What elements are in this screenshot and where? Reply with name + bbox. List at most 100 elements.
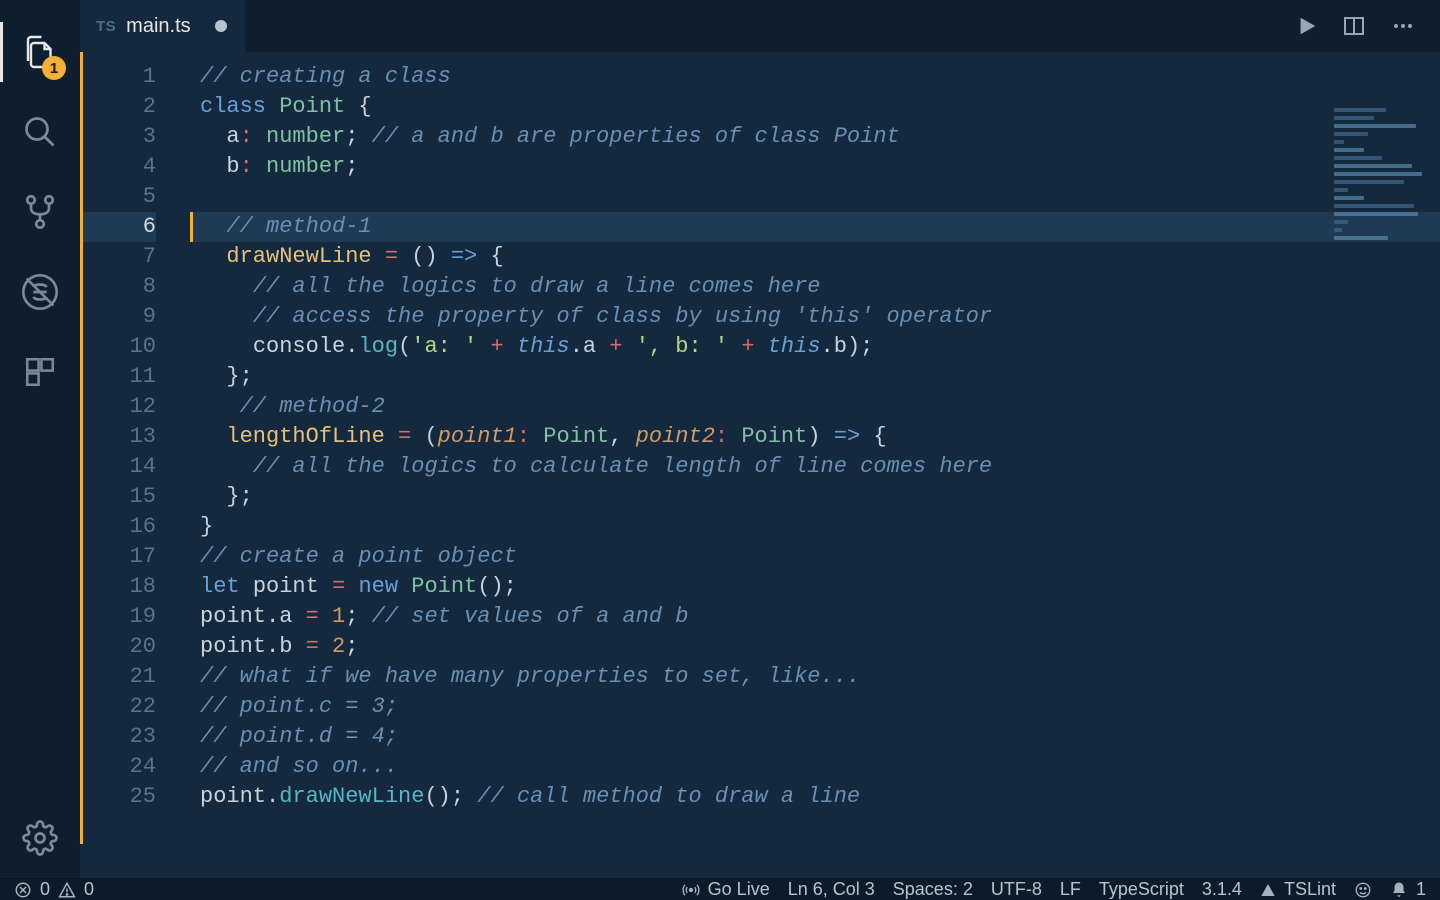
line-number: 12: [80, 392, 156, 422]
line-number: 10: [80, 332, 156, 362]
status-indentation[interactable]: Spaces: 2: [893, 879, 973, 900]
code-line[interactable]: point.a = 1; // set values of a and b: [190, 602, 1440, 632]
line-number: 8: [80, 272, 156, 302]
warning-triangle-icon: [1260, 882, 1276, 898]
tab-main-ts[interactable]: TS main.ts: [80, 0, 246, 52]
activity-debug[interactable]: [0, 252, 80, 332]
code-content[interactable]: // creating a classclass Point { a: numb…: [190, 52, 1440, 844]
code-line[interactable]: };: [190, 482, 1440, 512]
status-problems[interactable]: 0 0: [14, 879, 94, 900]
code-line[interactable]: // what if we have many properties to se…: [190, 662, 1440, 692]
status-golive-label: Go Live: [708, 879, 770, 900]
git-branch-icon: [22, 194, 58, 230]
line-number: 21: [80, 662, 156, 692]
explorer-badge: 1: [42, 56, 66, 80]
code-line[interactable]: point.drawNewLine(); // call method to d…: [190, 782, 1440, 812]
status-warnings-count: 0: [84, 879, 94, 900]
status-golive[interactable]: Go Live: [682, 879, 770, 900]
status-language-mode[interactable]: TypeScript: [1099, 879, 1184, 900]
code-line[interactable]: }: [190, 512, 1440, 542]
status-errors-count: 0: [40, 879, 50, 900]
code-line[interactable]: drawNewLine = () => {: [190, 242, 1440, 272]
activity-settings[interactable]: [0, 798, 80, 878]
split-editor-button[interactable]: [1342, 14, 1366, 38]
status-eol[interactable]: LF: [1060, 879, 1081, 900]
line-number: 6: [80, 212, 156, 242]
activity-bar: 1: [0, 0, 80, 878]
line-number: 22: [80, 692, 156, 722]
status-ts-version[interactable]: 3.1.4: [1202, 879, 1242, 900]
line-number: 16: [80, 512, 156, 542]
text-editor[interactable]: 1234567891011121314151617181920212223242…: [80, 52, 1440, 844]
line-number: 5: [80, 182, 156, 212]
line-number: 4: [80, 152, 156, 182]
line-number: 7: [80, 242, 156, 272]
gear-icon: [22, 820, 58, 856]
line-number-gutter: 1234567891011121314151617181920212223242…: [80, 52, 190, 844]
minimap[interactable]: [1334, 108, 1434, 268]
tabs-row: TS main.ts: [80, 0, 1440, 52]
no-bug-icon: [20, 272, 60, 312]
code-line[interactable]: // access the property of class by using…: [190, 302, 1440, 332]
line-number: 9: [80, 302, 156, 332]
status-cursor-position[interactable]: Ln 6, Col 3: [788, 879, 875, 900]
line-number: 20: [80, 632, 156, 662]
code-line[interactable]: let point = new Point();: [190, 572, 1440, 602]
search-icon: [22, 114, 58, 150]
activity-extensions[interactable]: [0, 332, 80, 412]
line-number: 1: [80, 62, 156, 92]
code-line[interactable]: console.log('a: ' + this.a + ', b: ' + t…: [190, 332, 1440, 362]
code-line[interactable]: // method-2: [190, 392, 1440, 422]
line-number: 18: [80, 572, 156, 602]
split-icon: [1342, 14, 1366, 38]
line-number: 19: [80, 602, 156, 632]
line-number: 3: [80, 122, 156, 152]
line-number: 23: [80, 722, 156, 752]
line-number: 13: [80, 422, 156, 452]
warning-triangle-icon: [58, 881, 76, 899]
code-line[interactable]: // all the logics to draw a line comes h…: [190, 272, 1440, 302]
line-number: 11: [80, 362, 156, 392]
line-number: 17: [80, 542, 156, 572]
tab-dirty-indicator-icon: [215, 20, 227, 32]
play-icon: [1296, 15, 1318, 37]
code-line[interactable]: lengthOfLine = (point1: Point, point2: P…: [190, 422, 1440, 452]
editor-group: TS main.ts 12345678910111213141516171819…: [80, 0, 1440, 844]
code-line[interactable]: point.b = 2;: [190, 632, 1440, 662]
code-line[interactable]: b: number;: [190, 152, 1440, 182]
activity-search[interactable]: [0, 92, 80, 172]
tab-filename: main.ts: [126, 15, 190, 38]
activity-source-control[interactable]: [0, 172, 80, 252]
line-number: 24: [80, 752, 156, 782]
code-line[interactable]: class Point {: [190, 92, 1440, 122]
code-line[interactable]: };: [190, 362, 1440, 392]
line-number: 2: [80, 92, 156, 122]
code-line[interactable]: a: number; // a and b are properties of …: [190, 122, 1440, 152]
status-encoding[interactable]: UTF-8: [991, 879, 1042, 900]
code-line[interactable]: // creating a class: [190, 62, 1440, 92]
code-line[interactable]: // point.c = 3;: [190, 692, 1440, 722]
smiley-icon: [1354, 881, 1372, 899]
broadcast-icon: [682, 881, 700, 899]
error-circle-icon: [14, 881, 32, 899]
line-number: 14: [80, 452, 156, 482]
status-notifications[interactable]: 1: [1390, 879, 1426, 900]
status-tslint[interactable]: TSLint: [1260, 879, 1336, 900]
code-line[interactable]: // and so on...: [190, 752, 1440, 782]
bell-icon: [1390, 881, 1408, 899]
code-line[interactable]: // point.d = 4;: [190, 722, 1440, 752]
code-line[interactable]: // all the logics to calculate length of…: [190, 452, 1440, 482]
extensions-icon: [23, 355, 57, 389]
status-feedback[interactable]: [1354, 881, 1372, 899]
line-number: 15: [80, 482, 156, 512]
more-actions-button[interactable]: [1390, 14, 1416, 38]
tab-language-badge: TS: [96, 18, 116, 35]
code-line[interactable]: // create a point object: [190, 542, 1440, 572]
run-button[interactable]: [1296, 15, 1318, 37]
activity-explorer[interactable]: 1: [0, 12, 80, 92]
ellipsis-icon: [1390, 14, 1416, 38]
status-bar: 0 0 Go Live Ln 6, Col 3 Spaces: 2 UTF-8 …: [0, 878, 1440, 900]
code-line[interactable]: // method-1: [190, 212, 1440, 242]
line-number: 25: [80, 782, 156, 812]
code-line[interactable]: [190, 182, 1440, 212]
